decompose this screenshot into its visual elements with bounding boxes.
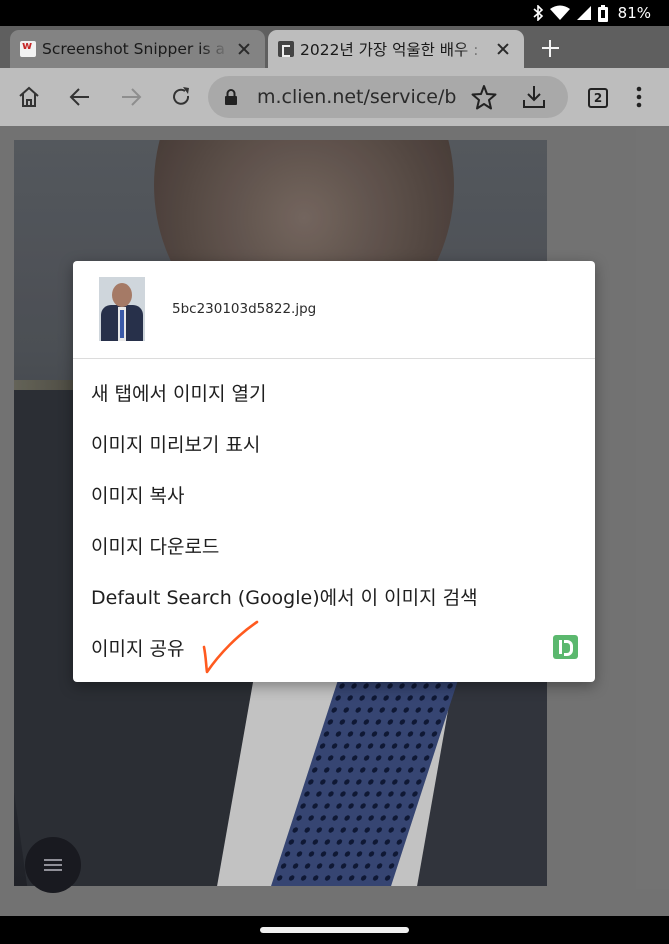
menu-copy-image[interactable]: 이미지 복사	[73, 470, 595, 520]
gesture-nav-bar	[0, 916, 669, 944]
browser-toolbar: m.clien.net/service/boa	[0, 68, 669, 126]
close-tab-icon[interactable]	[233, 38, 255, 60]
forward-arrow-icon[interactable]	[116, 82, 146, 112]
download-icon[interactable]	[521, 84, 547, 114]
back-arrow-icon[interactable]	[65, 82, 95, 112]
menu-item-label: Default Search (Google)에서 이 이미지 검색	[91, 587, 478, 609]
tab-switcher-button[interactable]: 2	[588, 88, 608, 108]
battery-percent: 81%	[617, 4, 651, 22]
tab-strip: Screenshot Snipper is a f 2022년 가장 억울한 배…	[0, 26, 669, 68]
menu-open-in-new-tab[interactable]: 새 탭에서 이미지 열기	[73, 368, 595, 418]
context-menu-header: 5bc230103d5822.jpg	[73, 261, 595, 359]
menu-preview-image[interactable]: 이미지 미리보기 표시	[73, 419, 595, 469]
image-filename: 5bc230103d5822.jpg	[172, 301, 317, 317]
reload-icon[interactable]	[166, 82, 196, 112]
tab-screenshot-snipper[interactable]: Screenshot Snipper is a f	[10, 30, 265, 68]
star-icon[interactable]	[471, 84, 497, 114]
menu-download-image[interactable]: 이미지 다운로드	[73, 521, 595, 571]
new-tab-plus-icon[interactable]	[536, 34, 564, 62]
menu-search-image[interactable]: Default Search (Google)에서 이 이미지 검색	[73, 572, 595, 622]
home-icon[interactable]	[14, 82, 44, 112]
handwritten-checkmark-annotation	[202, 620, 259, 674]
wifi-icon	[549, 5, 570, 21]
image-context-menu: 5bc230103d5822.jpg 새 탭에서 이미지 열기 이미지 미리보기…	[73, 261, 595, 682]
status-icons: 81%	[532, 3, 651, 23]
menu-kebab-icon[interactable]	[624, 82, 654, 112]
tab-clien-post[interactable]: 2022년 가장 억울한 배우 :	[268, 30, 524, 68]
image-thumbnail	[99, 277, 145, 341]
menu-item-label: 이미지 미리보기 표시	[91, 434, 261, 456]
menu-item-label: 이미지 복사	[91, 485, 185, 507]
address-bar[interactable]: m.clien.net/service/boa	[208, 76, 568, 118]
signal-icon	[576, 5, 592, 21]
menu-item-label: 새 탭에서 이미지 열기	[91, 383, 267, 405]
bluetooth-icon	[532, 5, 544, 21]
lock-icon[interactable]	[224, 89, 238, 109]
battery-icon	[597, 4, 608, 22]
url-text[interactable]: m.clien.net/service/boa	[257, 86, 457, 108]
home-gesture-handle[interactable]	[260, 927, 409, 933]
tab-title: Screenshot Snipper is a f	[42, 40, 229, 58]
menu-item-label: 이미지 다운로드	[91, 536, 220, 558]
clien-favicon	[278, 41, 294, 57]
status-bar: 81%	[0, 0, 669, 26]
screenshot-snipper-favicon	[20, 39, 36, 57]
menu-share-image[interactable]: 이미지 공유	[73, 623, 595, 673]
menu-item-label: 이미지 공유	[91, 638, 185, 660]
pushbullet-share-icon[interactable]	[553, 635, 578, 659]
tab-title: 2022년 가장 억울한 배우 :	[300, 41, 479, 59]
close-tab-icon[interactable]	[492, 38, 514, 60]
